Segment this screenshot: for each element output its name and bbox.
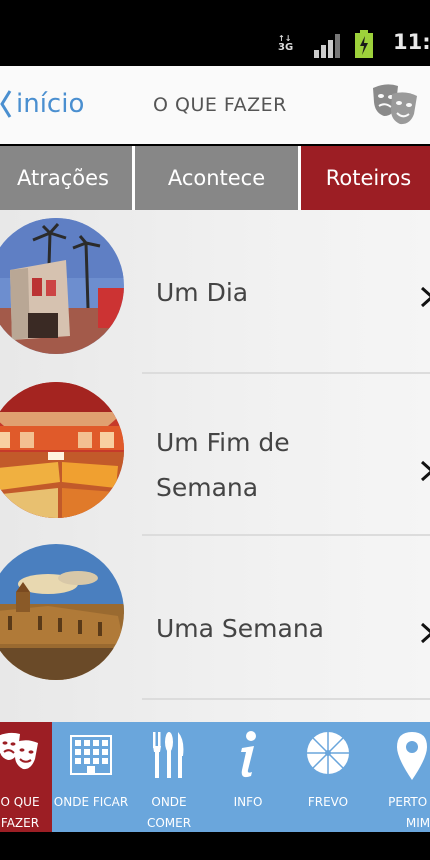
signal-icon [314, 34, 340, 58]
nav-perto-de-mim[interactable]: PERTO DE MIM [368, 722, 430, 832]
battery-icon [355, 30, 373, 58]
item-label: Um Dia [156, 278, 249, 307]
nav-label: PERTO DE MIM [388, 795, 430, 830]
list-item-um-dia[interactable]: Um Dia [0, 210, 430, 372]
nav-frevo[interactable]: FREVO [288, 722, 368, 832]
umbrella-icon [307, 732, 349, 774]
list-item-um-fim-de-semana[interactable]: Um Fim de Semana [0, 374, 430, 534]
nav-info[interactable]: INFO [208, 722, 288, 832]
clock: 11:3 [393, 30, 430, 54]
tab-bar: Atrações Acontece Roteiros [0, 146, 430, 210]
chevron-right-icon [420, 286, 430, 308]
tab-roteiros[interactable]: Roteiros [301, 146, 430, 210]
chevron-right-icon [420, 622, 430, 644]
nav-onde-ficar[interactable]: ONDE FICAR [52, 722, 130, 832]
list-item-uma-semana[interactable]: Uma Semana [0, 536, 430, 698]
thumbnail-image [0, 218, 124, 354]
tab-atracoes[interactable]: Atrações [0, 146, 132, 210]
theater-masks-icon[interactable] [370, 80, 420, 126]
thumbnail-image [0, 544, 124, 680]
info-icon [241, 731, 256, 778]
chevron-right-icon [420, 460, 430, 482]
theater-masks-icon [0, 732, 38, 770]
item-label: Um Fim de Semana [156, 428, 290, 502]
divider [142, 698, 430, 700]
network-type: ↑↓ 3G [278, 34, 294, 53]
nav-label: INFO [233, 795, 263, 809]
itinerary-list: Um Dia Um Fim de Semana Uma Semana [0, 210, 430, 722]
bottom-nav: O QUE FAZER ONDE FICAR ONDE COMER INFO F… [0, 722, 430, 832]
chevron-left-icon [0, 90, 12, 118]
header: início O QUE FAZER [0, 66, 430, 144]
fork-knife-icon [153, 732, 184, 778]
building-icon [70, 735, 112, 775]
back-label: início [16, 89, 85, 119]
tab-label: Atrações [17, 166, 109, 190]
page-title: O QUE FAZER [153, 94, 287, 116]
tab-acontece[interactable]: Acontece [135, 146, 298, 210]
tab-label: Roteiros [325, 166, 412, 190]
nav-label: ONDE FICAR [53, 795, 129, 809]
back-button[interactable]: início [0, 82, 84, 126]
bottom-bezel [0, 832, 430, 860]
thumbnail-image [0, 382, 124, 518]
nav-onde-comer[interactable]: ONDE COMER [130, 722, 208, 832]
location-pin-icon [397, 732, 427, 780]
item-label: Uma Semana [156, 614, 325, 643]
status-bar: ↑↓ 3G 11:3 [0, 0, 430, 66]
tab-label: Acontece [167, 166, 266, 190]
nav-label: FREVO [307, 795, 349, 809]
nav-label: ONDE COMER [146, 795, 192, 830]
nav-label: O QUE FAZER [0, 795, 40, 830]
nav-o-que-fazer[interactable]: O QUE FAZER [0, 722, 52, 832]
